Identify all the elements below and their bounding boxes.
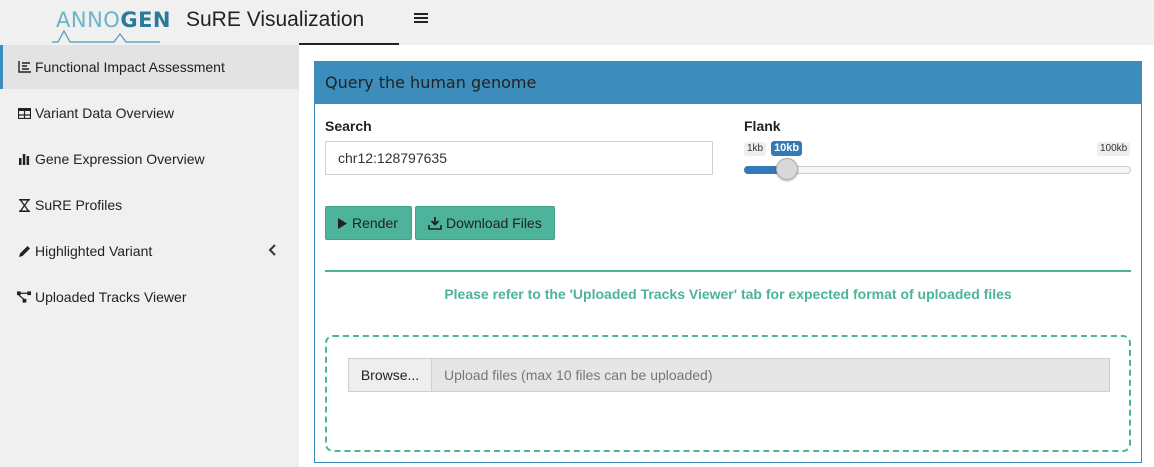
play-icon — [338, 217, 347, 229]
sidebar-item-functional-impact[interactable]: Functional Impact Assessment — [0, 45, 299, 89]
query-box: Query the human genome Search chr12:1287… — [314, 61, 1142, 463]
annogen-logo: ANNOGEN — [52, 6, 171, 43]
table-icon — [17, 106, 31, 120]
upload-format-notice: Please refer to the 'Uploaded Tracks Vie… — [444, 286, 1012, 302]
browse-button[interactable]: Browse... — [348, 358, 432, 392]
chevron-left-icon — [268, 243, 276, 259]
render-button[interactable]: Render — [325, 206, 412, 240]
sidebar-item-variant-data[interactable]: Variant Data Overview — [0, 91, 299, 135]
sidebar-item-label: Variant Data Overview — [35, 105, 175, 121]
title-underline — [299, 43, 399, 45]
upload-file-field[interactable]: Upload files (max 10 files can be upload… — [431, 358, 1110, 392]
sidebar-item-highlighted-variant[interactable]: Highlighted Variant — [0, 229, 299, 273]
flank-label: Flank — [744, 118, 781, 134]
sidebar-item-gene-expression[interactable]: Gene Expression Overview — [0, 137, 299, 181]
sidebar-item-label: Uploaded Tracks Viewer — [35, 289, 187, 305]
sidebar-item-label: Gene Expression Overview — [35, 151, 205, 167]
hamburger-icon[interactable] — [414, 13, 428, 25]
box-title: Query the human genome — [315, 62, 1141, 104]
chart-line-icon — [17, 60, 31, 74]
file-dropzone[interactable]: Browse... Upload files (max 10 files can… — [325, 335, 1131, 452]
render-button-label: Render — [352, 215, 398, 231]
flank-max-label: 100kb — [1097, 142, 1131, 156]
divider — [325, 270, 1131, 272]
download-button-label: Download Files — [446, 215, 542, 231]
download-icon — [428, 216, 442, 230]
download-files-button[interactable]: Download Files — [415, 206, 555, 240]
sidebar-item-label: Functional Impact Assessment — [35, 59, 225, 75]
logo-wave-icon — [52, 29, 160, 43]
flank-slider-track[interactable] — [744, 166, 1131, 174]
search-input[interactable]: chr12:128797635 — [325, 141, 713, 175]
flank-slider-handle[interactable] — [775, 158, 798, 180]
header-bar: ANNOGEN SuRE Visualization — [0, 0, 1154, 45]
hourglass-icon — [17, 198, 31, 212]
sidebar-item-label: Highlighted Variant — [35, 243, 153, 259]
bar-chart-icon — [17, 152, 31, 166]
sidebar-item-uploaded-tracks[interactable]: Uploaded Tracks Viewer — [0, 275, 299, 319]
search-label: Search — [325, 118, 372, 134]
flank-value-label: 10kb — [771, 141, 803, 156]
sidebar-item-label: SuRE Profiles — [35, 197, 123, 213]
flank-min-label: 1kb — [744, 142, 767, 156]
sidebar-item-sure-profiles[interactable]: SuRE Profiles — [0, 183, 299, 227]
app-title: SuRE Visualization — [186, 8, 365, 31]
sidebar: Functional Impact Assessment Variant Dat… — [0, 45, 299, 467]
project-diagram-icon — [17, 290, 31, 304]
pencil-icon — [17, 244, 31, 258]
